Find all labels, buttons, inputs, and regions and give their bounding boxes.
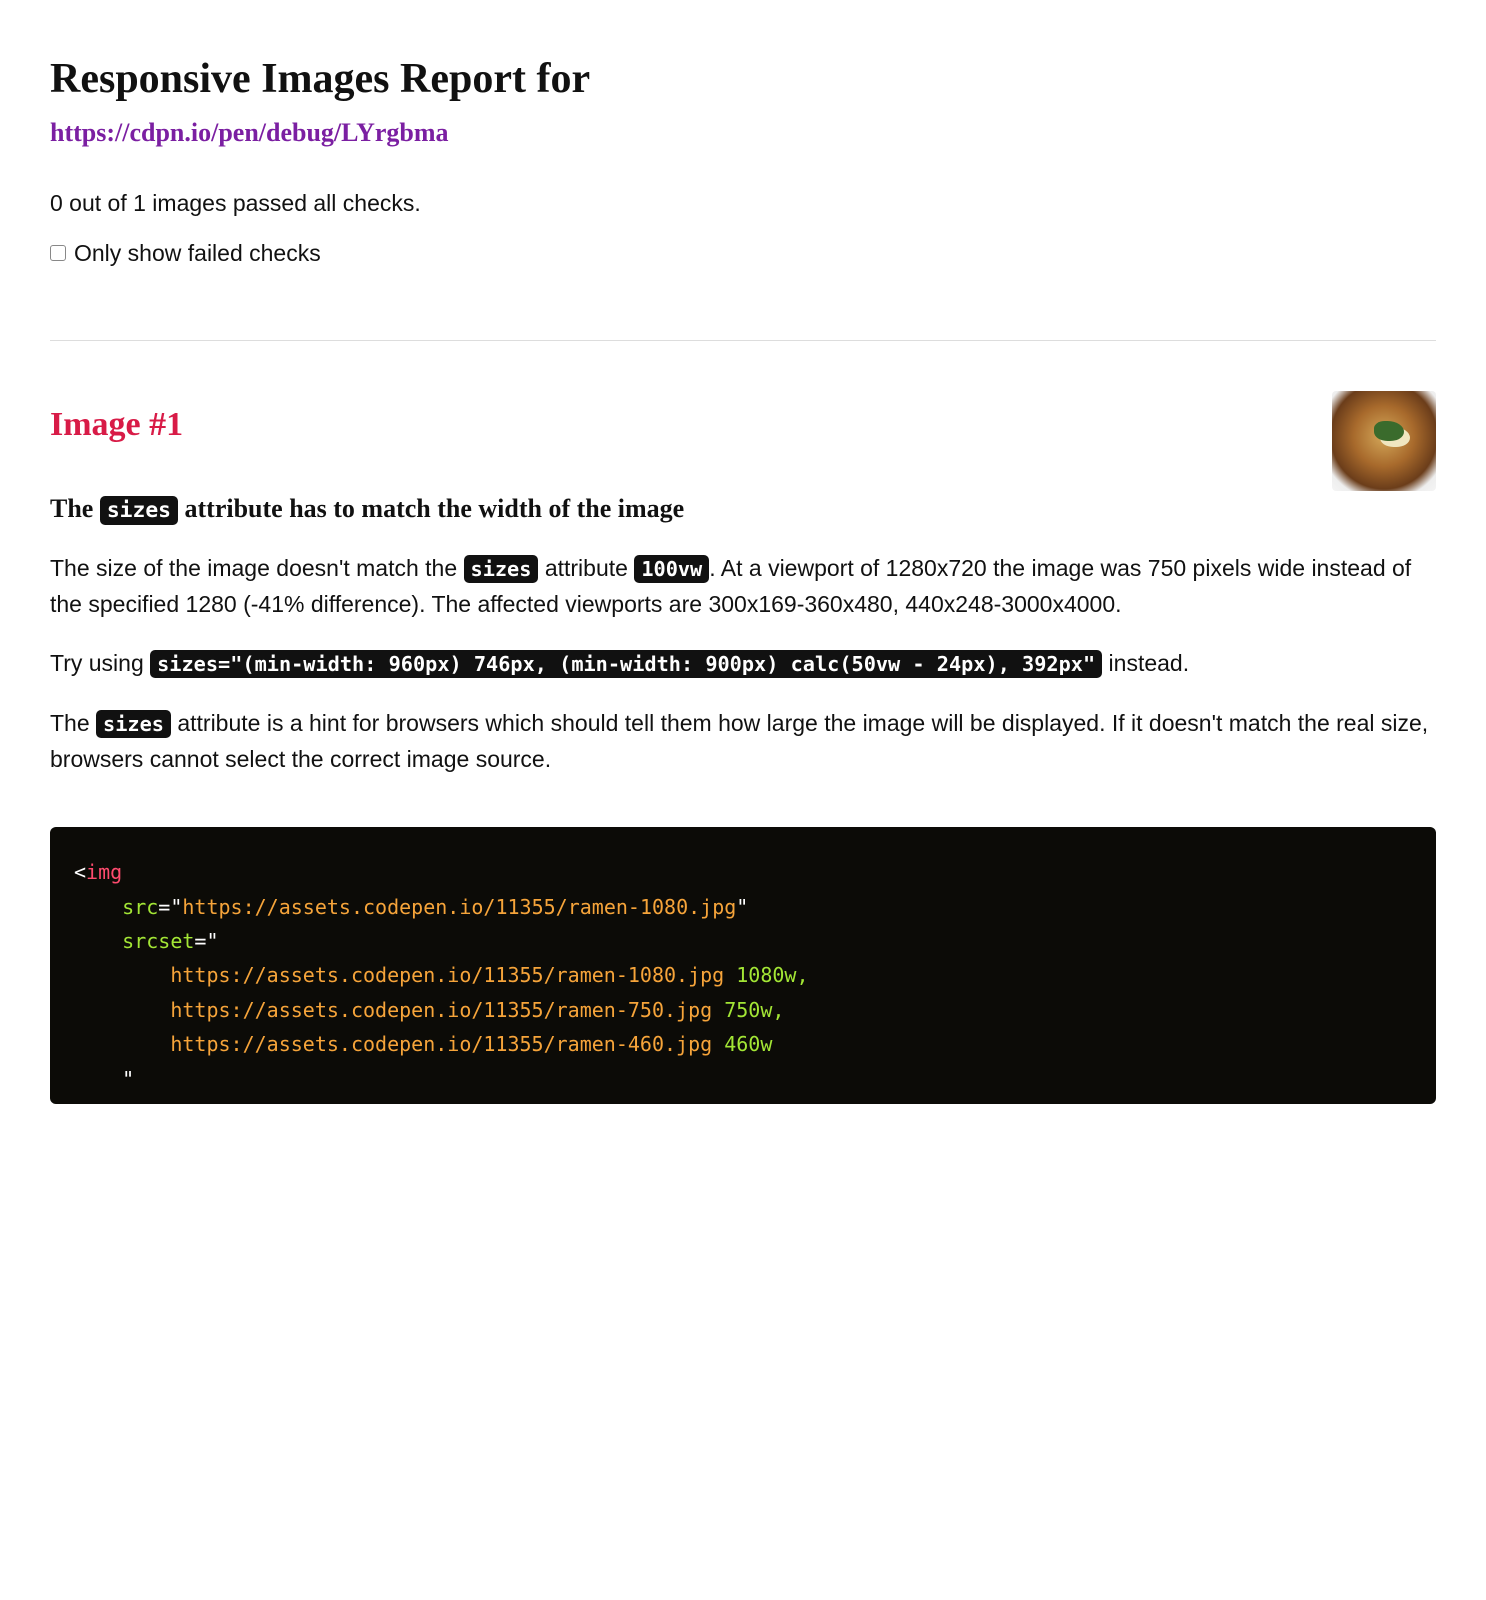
tok-srcset-w-2: 750w, xyxy=(712,998,784,1022)
summary-text: 0 out of 1 images passed all checks. xyxy=(50,187,1436,219)
tok-eq2: = xyxy=(194,929,206,953)
tok-eq: = xyxy=(158,895,170,919)
code-chip-sizes-3: sizes xyxy=(96,710,171,738)
tok-srcset-url-1: https://assets.codepen.io/11355/ramen-10… xyxy=(170,963,724,987)
tok-q3: " xyxy=(206,929,218,953)
divider xyxy=(50,340,1436,341)
para1-pre: The size of the image doesn't match the xyxy=(50,555,464,581)
tok-q: " xyxy=(170,895,182,919)
only-failed-label[interactable]: Only show failed checks xyxy=(74,237,321,269)
para2-post: instead. xyxy=(1102,650,1189,676)
tok-tag-img: img xyxy=(86,860,122,884)
para3-post: attribute is a hint for browsers which s… xyxy=(50,710,1428,772)
image-thumbnail xyxy=(1332,391,1436,491)
tok-srcset-url-2: https://assets.codepen.io/11355/ramen-75… xyxy=(170,998,712,1022)
tok-q2: " xyxy=(736,895,748,919)
tok-attr-srcset: srcset xyxy=(122,929,194,953)
check-title-post: attribute has to match the width of the … xyxy=(178,494,684,523)
page-title: Responsive Images Report for xyxy=(50,50,1436,109)
code-chip-100vw: 100vw xyxy=(634,555,709,583)
tok-srcset-w-3: 460w xyxy=(712,1032,772,1056)
tok-q4: " xyxy=(122,1067,134,1091)
para3-pre: The xyxy=(50,710,96,736)
image-heading: Image #1 xyxy=(50,401,183,449)
code-chip-sizes-2: sizes xyxy=(464,555,539,583)
tok-srcset-w-1: 1080w, xyxy=(724,963,808,987)
only-failed-checkbox[interactable] xyxy=(50,245,66,261)
tok-src-url: https://assets.codepen.io/11355/ramen-10… xyxy=(182,895,736,919)
para2-pre: Try using xyxy=(50,650,150,676)
check-para-3: The sizes attribute is a hint for browse… xyxy=(50,706,1436,777)
tok-srcset-url-3: https://assets.codepen.io/11355/ramen-46… xyxy=(170,1032,712,1056)
para1-mid: attribute xyxy=(538,555,634,581)
code-chip-sizes: sizes xyxy=(100,496,178,525)
check-title-pre: The xyxy=(50,494,100,523)
code-chip-suggested-sizes: sizes="(min-width: 960px) 746px, (min-wi… xyxy=(150,650,1102,678)
code-block: <img src="https://assets.codepen.io/1135… xyxy=(50,827,1436,1104)
tok-angle-open: < xyxy=(74,860,86,884)
check-para-2: Try using sizes="(min-width: 960px) 746p… xyxy=(50,646,1436,682)
filter-row: Only show failed checks xyxy=(50,237,1436,269)
check-para-1: The size of the image doesn't match the … xyxy=(50,551,1436,622)
image-header-row: Image #1 xyxy=(50,391,1436,491)
check-title: The sizes attribute has to match the wid… xyxy=(50,491,1436,527)
report-url-link[interactable]: https://cdpn.io/pen/debug/LYrgbma xyxy=(50,115,449,151)
tok-attr-src: src xyxy=(122,895,158,919)
